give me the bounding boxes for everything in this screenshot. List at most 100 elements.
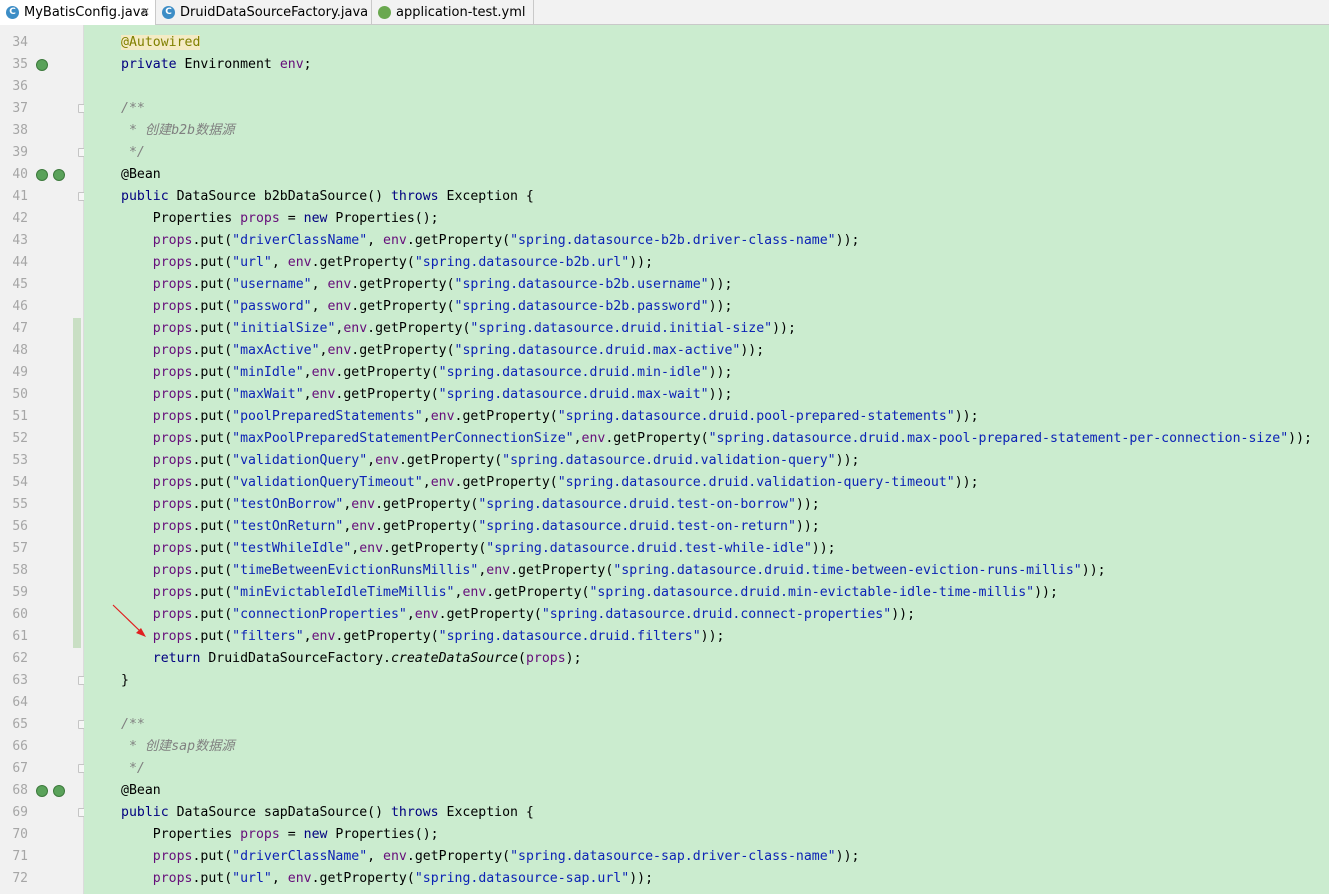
code-token: .put( [192, 299, 233, 314]
code-token: , [573, 431, 582, 446]
code-token: "spring.datasource.druid.validation-quer… [557, 475, 955, 490]
code-token: "spring.datasource-b2b.driver-class-name… [510, 233, 836, 248]
line-number: 70 [12, 827, 28, 842]
code-token: "testOnReturn" [232, 519, 344, 534]
code-token: env [327, 277, 352, 292]
code-token: "connectionProperties" [232, 607, 407, 622]
line-number: 68 [12, 783, 28, 798]
code-token: env [486, 563, 511, 578]
code-token: env [311, 629, 336, 644]
code-token: .put( [192, 475, 233, 490]
code-token: .getProperty( [367, 321, 471, 336]
props-put-line: props.put("connectionProperties",env.get… [121, 604, 915, 626]
code-token: props [152, 607, 193, 622]
annotation-line: @Autowired [121, 32, 201, 54]
code-token: "spring.datasource.druid.min-evictable-i… [589, 585, 1035, 600]
props-put-line: props.put("testWhileIdle",env.getPropert… [121, 538, 836, 560]
spring-bean-icon[interactable] [53, 785, 65, 797]
line-number: 61 [12, 629, 28, 644]
code-token: props [152, 475, 193, 490]
code-token: throws [390, 189, 447, 204]
tab-application-test-yml[interactable]: application-test.yml [372, 0, 534, 25]
code-token: */ [121, 761, 145, 776]
code-token: "spring.datasource-b2b.url" [414, 255, 630, 270]
spring-bean-icon[interactable] [36, 169, 48, 181]
code-token: .getProperty( [311, 255, 415, 270]
code-token: "minIdle" [232, 365, 304, 380]
close-tab-icon[interactable]: ✕ [140, 0, 150, 25]
code-token: env [327, 343, 352, 358]
code-line: private Environment env; [121, 54, 312, 76]
code-token: props [152, 409, 193, 424]
line-number: 47 [12, 321, 28, 336]
props-put-line: props.put("filters",env.getProperty("spr… [121, 626, 725, 648]
props-put-line: props.put("testOnReturn",env.getProperty… [121, 516, 820, 538]
code-token: .put( [192, 277, 233, 292]
code-token: ); [565, 651, 582, 666]
code-token: )); [629, 871, 654, 886]
spring-bean-icon[interactable] [36, 59, 48, 71]
code-token: "password" [232, 299, 312, 314]
code-token: )); [708, 387, 733, 402]
code-token: "testOnBorrow" [232, 497, 344, 512]
line-number: 53 [12, 453, 28, 468]
spring-bean-icon[interactable] [36, 785, 48, 797]
code-token: )); [772, 321, 796, 336]
line-number: 54 [12, 475, 28, 490]
code-token: , [303, 387, 312, 402]
tab-mybatisconfig[interactable]: C MyBatisConfig.java ✕ [0, 0, 156, 25]
code-token: )); [1288, 431, 1312, 446]
code-token: new [303, 211, 336, 226]
code-token: props [240, 827, 280, 842]
code-token: env [311, 387, 336, 402]
code-token: , [271, 871, 288, 886]
code-token: "spring.datasource.druid.max-pool-prepar… [708, 431, 1289, 446]
code-token: env [351, 497, 376, 512]
line-number: 45 [12, 277, 28, 292]
annotation-line: @Bean [121, 780, 161, 802]
line-number: 63 [12, 673, 28, 688]
code-token: "testWhileIdle" [232, 541, 352, 556]
tab-label: DruidDataSourceFactory.java [180, 5, 369, 20]
code-token: env [581, 431, 606, 446]
code-token: "validationQuery" [232, 453, 368, 468]
code-token: .getProperty( [311, 871, 415, 886]
java-class-icon: C [6, 6, 19, 19]
line-number: 66 [12, 739, 28, 754]
code-token: "validationQueryTimeout" [232, 475, 423, 490]
line-number: 39 [12, 145, 28, 160]
code-token: .put( [192, 409, 233, 424]
code-token: env [343, 321, 368, 336]
line-number: 59 [12, 585, 28, 600]
code-token: "spring.datasource.druid.filters" [438, 629, 701, 644]
code-token: , [311, 299, 328, 314]
code-token: props [152, 365, 193, 380]
code-token: , [367, 849, 384, 864]
code-token: "spring.datasource-sap.url" [414, 871, 630, 886]
code-token: )); [708, 365, 733, 380]
tab-druiddatasourcefactory[interactable]: C DruidDataSourceFactory.java [156, 0, 372, 25]
code-token: , [311, 277, 328, 292]
code-token: Properties [121, 827, 241, 842]
code-token: )); [811, 541, 836, 556]
code-editor[interactable]: @Autowired private Environment env; /** * … [84, 25, 1329, 894]
props-put-line: props.put("poolPreparedStatements",env.g… [121, 406, 979, 428]
code-token: props [152, 233, 193, 248]
code-token: env [430, 475, 455, 490]
props-put-line: props.put("minEvictableIdleTimeMillis",e… [121, 582, 1058, 604]
code-token: .getProperty( [351, 299, 455, 314]
comment-line: * 创建b2b数据源 [121, 120, 235, 142]
props-put-line: props.put("testOnBorrow",env.getProperty… [121, 494, 820, 516]
line-number: 34 [12, 35, 28, 50]
line-number: 48 [12, 343, 28, 358]
spring-bean-icon[interactable] [53, 169, 65, 181]
code-token: public [121, 805, 177, 820]
line-number: 58 [12, 563, 28, 578]
props-put-line: props.put("username", env.getProperty("s… [121, 274, 733, 296]
line-number: 49 [12, 365, 28, 380]
code-token: } [121, 673, 129, 688]
